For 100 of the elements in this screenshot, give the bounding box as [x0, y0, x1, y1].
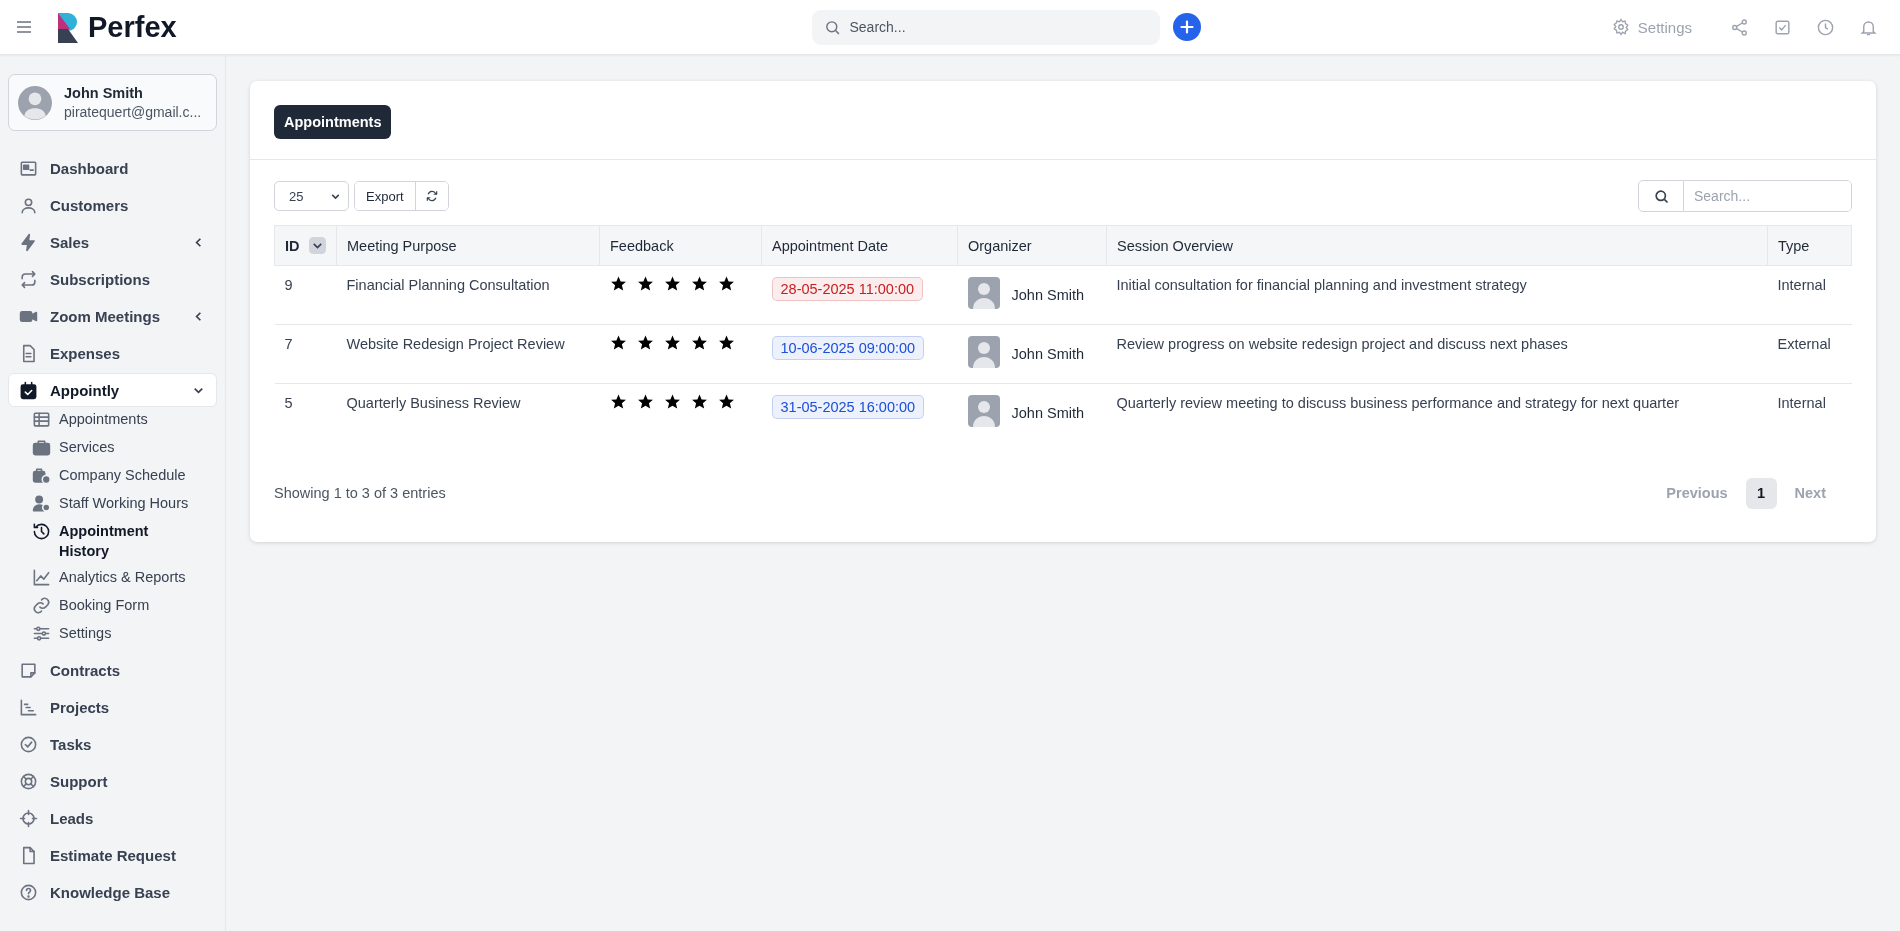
submenu-item[interactable]: Appointments — [32, 406, 197, 434]
submenu-item[interactable]: Appointment History — [32, 518, 197, 564]
table-search-field[interactable]: Search... — [1638, 180, 1852, 212]
star-icon — [717, 275, 735, 292]
checkbox-icon[interactable] — [1773, 17, 1792, 37]
submenu-label: Analytics & Reports — [59, 568, 186, 587]
table-cell: 7 — [284, 336, 293, 352]
calendar-icon — [19, 380, 38, 400]
history-icon — [32, 522, 51, 541]
sidebar-item[interactable]: Tasks — [8, 727, 217, 761]
column-header[interactable]: Type — [1778, 237, 1810, 254]
star-icon — [609, 334, 627, 351]
table-cell: Quarterly Business Review — [346, 395, 521, 411]
star-icon — [609, 275, 627, 292]
submenu-label: Appointment History — [59, 522, 150, 561]
organizer-name: John Smith — [1011, 405, 1085, 421]
star-icon — [636, 275, 654, 292]
star-icon — [609, 393, 627, 410]
menu-icon[interactable] — [16, 21, 32, 33]
sidebar-label: Support — [50, 772, 109, 790]
submenu-item[interactable]: Services — [32, 434, 197, 462]
submenu-label: Settings — [59, 624, 112, 643]
sidebar-item[interactable]: Zoom Meetings — [8, 299, 217, 333]
sidebar-item[interactable]: Appointly — [8, 373, 217, 407]
logo-icon — [56, 10, 80, 44]
star-icon — [690, 393, 708, 410]
sort-icon[interactable] — [309, 237, 326, 254]
sidebar-label: Knowledge Base — [50, 883, 172, 901]
sidebar-label: Tasks — [50, 735, 93, 753]
sidebar-item[interactable]: Leads — [8, 801, 217, 835]
sidebar-item[interactable]: Dashboard — [8, 151, 217, 185]
add-button[interactable] — [1172, 13, 1201, 41]
crosshair-icon — [19, 808, 38, 828]
table-cell: 5 — [284, 395, 293, 411]
submenu-item[interactable]: Booking Form — [32, 592, 197, 620]
table-cell: Internal — [1777, 277, 1826, 293]
sidebar-item[interactable]: Knowledge Base — [8, 875, 217, 909]
submenu-label: Staff Working Hours — [59, 494, 189, 513]
submenu-label: Company Schedule — [59, 466, 186, 485]
avatar-icon — [967, 277, 1000, 309]
avatar-icon — [18, 85, 52, 120]
submenu-item[interactable]: Staff Working Hours — [32, 490, 197, 518]
table-cell: Internal — [1777, 395, 1826, 411]
organizer-name: John Smith — [1011, 287, 1085, 303]
sidebar-item[interactable]: Support — [8, 764, 217, 798]
search-icon — [823, 18, 841, 36]
table-cell: Initial consultation for financial planning and investment strategy — [1116, 277, 1527, 293]
user-email: piratequert@gmail.c... — [64, 104, 202, 120]
briefcase-icon — [32, 438, 51, 457]
search-field[interactable]: Search... — [811, 9, 1160, 45]
sidebar-item[interactable]: Estimate Request — [8, 838, 217, 872]
column-header[interactable]: Session Overview — [1117, 237, 1234, 254]
sidebar-label: Leads — [50, 809, 95, 827]
sidebar-item[interactable]: Contracts — [8, 653, 217, 687]
star-icon — [690, 334, 708, 351]
share-icon[interactable] — [1730, 17, 1749, 37]
column-header[interactable]: Feedback — [610, 237, 674, 254]
sidebar-item[interactable]: Subscriptions — [8, 262, 217, 296]
column-header[interactable]: Meeting Purpose — [347, 237, 457, 254]
date-badge: 28-05-2025 11:00:00 — [771, 277, 924, 301]
table-cell: Review progress on website redesign project and discuss next phases — [1116, 336, 1568, 352]
entries-info: Showing 1 to 3 of 3 entries — [274, 485, 446, 501]
sidebar-label: Appointly — [50, 381, 121, 399]
gear-icon — [1611, 18, 1630, 36]
submenu-item[interactable]: Company Schedule — [32, 462, 197, 490]
clock-icon[interactable] — [1816, 17, 1835, 37]
search-icon — [1652, 187, 1670, 205]
sidebar-label: Contracts — [50, 661, 121, 679]
avatar-icon — [967, 336, 1000, 368]
star-icon — [663, 334, 681, 351]
sidebar-label: Dashboard — [50, 159, 130, 177]
star-icon — [663, 275, 681, 292]
page-length-select[interactable]: 25 — [274, 181, 349, 211]
table-cell: Website Redesign Project Review — [346, 336, 565, 352]
table-cell: 9 — [284, 277, 293, 293]
submenu-item[interactable]: Analytics & Reports — [32, 564, 197, 592]
appointments-tab[interactable]: Appointments — [274, 105, 392, 139]
organizer-name: John Smith — [1011, 346, 1085, 362]
sidebar-item[interactable]: Expenses — [8, 336, 217, 370]
bolt-icon — [19, 232, 38, 252]
submenu-item[interactable]: Settings — [32, 620, 197, 648]
note-icon — [19, 660, 38, 680]
line-chart-icon — [32, 568, 51, 587]
help-icon — [19, 882, 38, 902]
page-button[interactable]: 1 — [1745, 477, 1777, 509]
column-header[interactable]: ID — [285, 237, 300, 254]
sidebar-label: Sales — [50, 233, 91, 251]
avatar-icon — [967, 395, 1000, 427]
repeat-icon — [19, 269, 38, 289]
column-header[interactable]: Organizer — [968, 237, 1032, 254]
submenu-label: Booking Form — [59, 596, 150, 615]
star-icon — [636, 334, 654, 351]
sidebar-item[interactable]: Customers — [8, 188, 217, 222]
sidebar-item[interactable]: Sales — [8, 225, 217, 259]
user-card[interactable]: John Smith piratequert@gmail.c... — [8, 74, 217, 131]
sidebar-item[interactable]: Projects — [8, 690, 217, 724]
star-icon — [717, 393, 735, 410]
briefcase-clock-icon — [32, 466, 51, 485]
export-button[interactable]: Export — [355, 182, 416, 210]
sidebar-label: Customers — [50, 196, 130, 214]
